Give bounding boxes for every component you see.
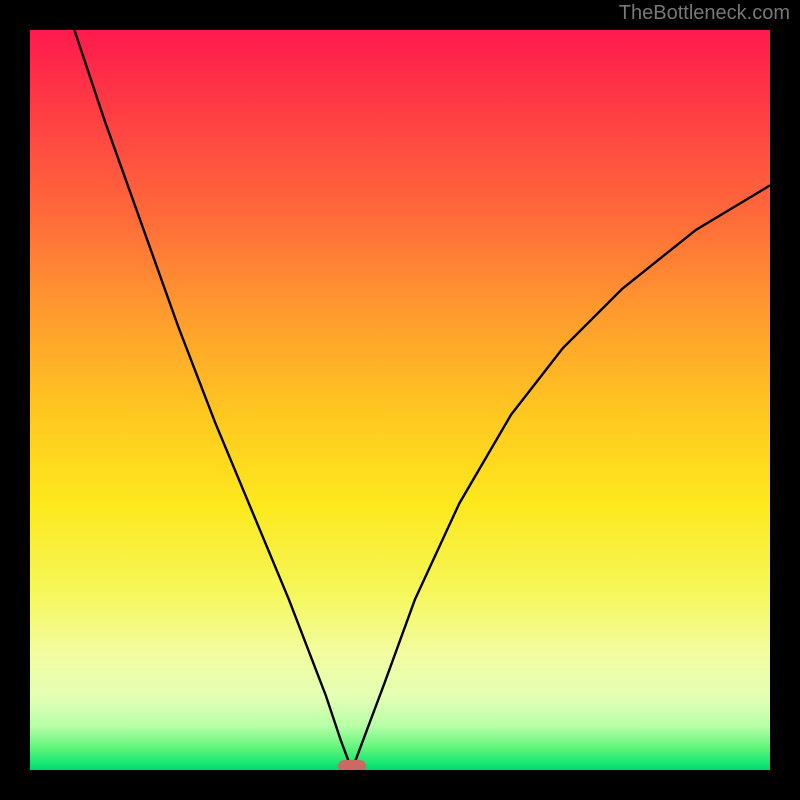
chart-curve: [30, 30, 770, 770]
watermark-text: TheBottleneck.com: [619, 2, 790, 25]
bottleneck-curve-path: [74, 30, 770, 770]
chart-minimum-marker: [338, 760, 366, 770]
chart-plot-area: [30, 30, 770, 770]
